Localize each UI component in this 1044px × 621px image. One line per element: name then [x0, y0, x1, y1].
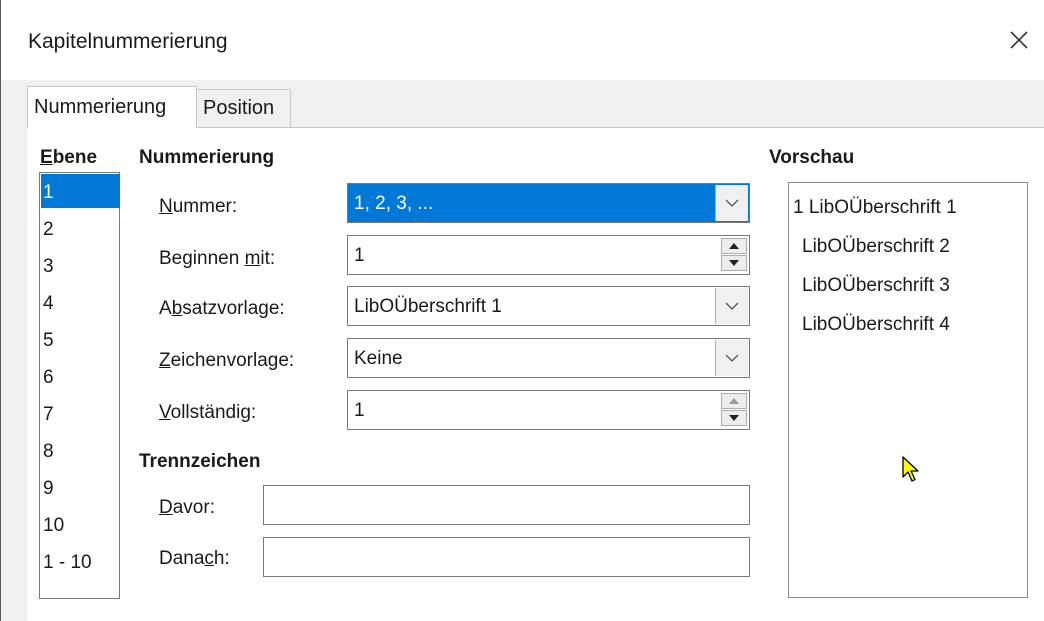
- complete-value: 1: [354, 400, 365, 421]
- complete-label: Vollständig:: [159, 402, 257, 423]
- list-item[interactable]: 1 - 10: [41, 544, 120, 578]
- complete-spinbox[interactable]: 1: [347, 390, 750, 430]
- start-value: 1: [354, 245, 365, 266]
- list-item[interactable]: 4: [41, 285, 120, 319]
- start-label: Beginnen mit:: [159, 248, 276, 269]
- char-style-label: Zeichenvorlage:: [159, 350, 295, 371]
- number-value: 1, 2, 3, ...: [354, 193, 434, 214]
- spin-up-button[interactable]: [721, 393, 747, 409]
- arrow-down-icon: [729, 415, 739, 421]
- tab-label: Nummerierung: [34, 96, 167, 118]
- spin-down-button[interactable]: [721, 410, 747, 426]
- before-label: Davor:: [159, 497, 215, 518]
- chevron-down-icon: [725, 302, 739, 310]
- list-item[interactable]: 3: [41, 248, 120, 282]
- list-item[interactable]: 10: [41, 507, 120, 541]
- tab-label: Position: [203, 97, 275, 119]
- list-item[interactable]: 6: [41, 359, 120, 393]
- level-heading: Ebene: [40, 147, 98, 168]
- char-style-value: Keine: [354, 348, 403, 369]
- preview-line: LibOÜberschrift 3: [802, 275, 950, 296]
- list-item[interactable]: 1: [41, 174, 120, 208]
- arrow-down-icon: [729, 260, 739, 266]
- preview-line: LibOÜberschrift 4: [802, 314, 950, 335]
- close-button[interactable]: [997, 20, 1041, 60]
- after-input[interactable]: [263, 537, 750, 577]
- paragraph-style-value: LibOÜberschrift 1: [354, 296, 502, 317]
- after-label: Danach:: [159, 548, 230, 569]
- dialog-window: Kapitelnummerierung Nummerierung Positio…: [0, 0, 1044, 621]
- paragraph-style-combobox[interactable]: LibOÜberschrift 1: [347, 286, 750, 326]
- close-icon: [1010, 31, 1028, 49]
- title-bar: Kapitelnummerierung: [1, 0, 1044, 80]
- number-label: Nummer:: [159, 196, 238, 217]
- level-list[interactable]: 1 2 3 4 5 6 7 8 9 10 1 - 10: [39, 172, 120, 599]
- list-item[interactable]: 7: [41, 396, 120, 430]
- separator-heading: Trennzeichen: [139, 451, 261, 472]
- chevron-down-icon: [725, 354, 739, 362]
- preview-line: LibOÜberschrift 2: [802, 236, 950, 257]
- list-item[interactable]: 5: [41, 322, 120, 356]
- dropdown-button[interactable]: [715, 288, 748, 324]
- number-combobox[interactable]: 1, 2, 3, ...: [347, 183, 750, 223]
- preview-heading: Vorschau: [769, 147, 855, 168]
- preview-line: 1 LibOÜberschrift 1: [793, 197, 957, 218]
- spin-up-button[interactable]: [721, 238, 747, 254]
- before-input[interactable]: [263, 485, 750, 525]
- list-item[interactable]: 8: [41, 433, 120, 467]
- chevron-down-icon: [725, 199, 739, 207]
- preview-panel: 1 LibOÜberschrift 1 LibOÜberschrift 2 Li…: [788, 182, 1028, 598]
- start-spinbox[interactable]: 1: [347, 235, 750, 275]
- dialog-title: Kapitelnummerierung: [28, 30, 228, 53]
- char-style-combobox[interactable]: Keine: [347, 338, 750, 378]
- list-item[interactable]: 9: [41, 470, 120, 504]
- mouse-cursor-icon: [902, 456, 919, 482]
- dropdown-button[interactable]: [715, 340, 748, 376]
- arrow-up-icon: [729, 398, 739, 404]
- tab-nummerierung[interactable]: Nummerierung: [27, 86, 197, 128]
- arrow-up-icon: [729, 243, 739, 249]
- dropdown-button[interactable]: [715, 185, 748, 221]
- numbering-heading: Nummerierung: [139, 147, 275, 168]
- spin-down-button[interactable]: [721, 255, 747, 271]
- tab-position[interactable]: Position: [196, 89, 291, 127]
- paragraph-style-label: Absatzvorlage:: [159, 298, 285, 319]
- list-item[interactable]: 2: [41, 211, 120, 245]
